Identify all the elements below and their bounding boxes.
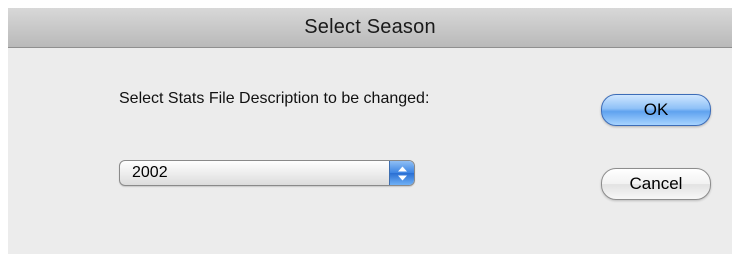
season-select-value: 2002 [132, 164, 168, 181]
select-season-dialog: Select Season Select Stats File Descript… [8, 8, 732, 254]
cancel-button[interactable]: Cancel [601, 168, 711, 200]
ok-button[interactable]: OK [601, 94, 711, 126]
ok-button-label: OK [643, 100, 669, 119]
window-title: Select Season [304, 16, 436, 38]
up-down-arrows-icon [389, 161, 414, 185]
season-select[interactable]: 2002 [119, 160, 415, 186]
cancel-button-label: Cancel [629, 174, 683, 193]
title-bar: Select Season [8, 8, 732, 48]
prompt-label: Select Stats File Description to be chan… [119, 90, 430, 107]
